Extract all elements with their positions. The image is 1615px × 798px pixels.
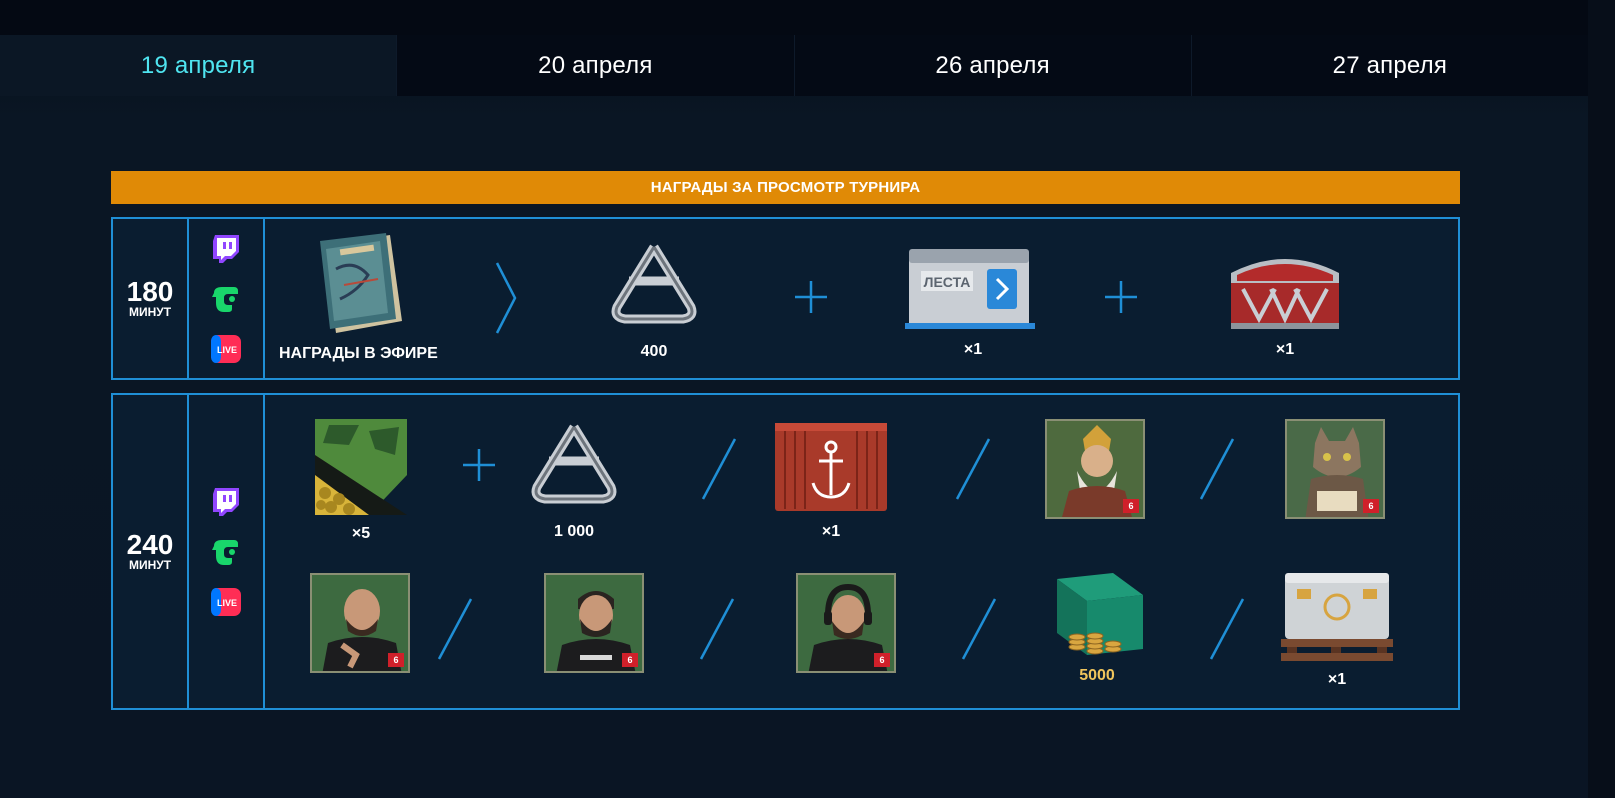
steel-chain-icon: [611, 244, 697, 324]
reward-camouflage: ×5: [309, 415, 413, 543]
level-badge: 6: [874, 653, 890, 667]
reward-anchor-container: ×1: [769, 417, 893, 541]
reward-commander-bald: 6: [310, 573, 410, 673]
reward-label: НАГРАДЫ В ЭФИРЕ: [279, 345, 438, 362]
trovo-icon: [212, 286, 238, 312]
tier-180-platforms: LIVE: [189, 219, 265, 378]
vk-live-icon: LIVE: [211, 587, 241, 616]
top-strip: [0, 0, 1615, 35]
level-badge: 6: [622, 653, 638, 667]
rewards-banner: НАГРАДЫ ЗА ПРОСМОТР ТУРНИРА: [111, 171, 1460, 204]
reward-label: 5000: [1079, 667, 1115, 684]
plus-separator: [463, 449, 495, 481]
commander-portrait-bald-icon: 6: [310, 573, 410, 673]
tab-april-26[interactable]: 26 апреля: [793, 35, 1191, 96]
level-badge: 6: [388, 653, 404, 667]
slash-separator: [699, 598, 735, 660]
reward-commander-cat: 6: [1285, 419, 1385, 519]
svg-text:LIVE: LIVE: [217, 598, 237, 608]
plus-separator: [795, 281, 827, 313]
reward-commander-headphones: 6: [796, 573, 896, 673]
tab-april-19[interactable]: 19 апреля: [0, 35, 397, 96]
tab-april-20[interactable]: 20 апреля: [396, 35, 794, 96]
lesta-container-icon: ЛЕСТА: [905, 249, 1035, 329]
reward-white-container: ×1: [1275, 565, 1399, 689]
red-chest-icon: [1231, 259, 1339, 329]
date-tabs: 19 апреля 20 апреля 26 апреля 27 апреля: [0, 35, 1588, 96]
reward-label: ×5: [351, 525, 371, 542]
slash-separator: [955, 438, 991, 500]
reward-label: ×1: [1275, 341, 1295, 358]
commander-portrait-knight-icon: 6: [1045, 419, 1145, 519]
minutes-label: МИНУТ: [128, 557, 172, 572]
reward-lesta-container: ЛЕСТА ×1: [901, 235, 1045, 359]
slash-separator: [961, 598, 997, 660]
camouflage-icon: [315, 419, 407, 515]
commander-portrait-cat-icon: 6: [1285, 419, 1385, 519]
trovo-icon: [212, 539, 238, 565]
minutes-value: 240: [126, 528, 174, 560]
reward-label: ×1: [821, 523, 841, 540]
slash-separator: [1199, 438, 1235, 500]
arrow-separator: [495, 262, 517, 334]
white-container-icon: [1281, 573, 1393, 661]
twitch-icon: [213, 487, 239, 516]
svg-text:LIVE: LIVE: [217, 345, 237, 355]
svg-text:ЛЕСТА: ЛЕСТА: [924, 274, 971, 290]
reward-commander-knight: 6: [1045, 419, 1145, 519]
reward-steel: 1 000: [519, 417, 629, 541]
reward-label: 1 000: [553, 523, 595, 540]
reward-commander-beard: 6: [544, 573, 644, 673]
reward-red-chest: ×1: [1223, 239, 1347, 359]
minutes-value: 180: [126, 275, 174, 307]
right-edge: [1588, 0, 1615, 798]
twitch-icon: [213, 234, 239, 263]
reward-label: ×1: [963, 341, 983, 358]
slash-separator: [1209, 598, 1245, 660]
reward-broadcast-rewards: НАГРАДЫ В ЭФИРЕ: [279, 229, 438, 363]
reward-steel: 400: [599, 237, 709, 361]
reward-label: ×1: [1327, 671, 1347, 688]
tier-180-minutes: 180 МИНУТ: [113, 219, 189, 378]
steel-chain-icon: [531, 424, 617, 504]
tab-april-27[interactable]: 27 апреля: [1190, 35, 1588, 96]
reward-label: 400: [640, 343, 668, 360]
tier-240-minutes: 240 МИНУТ: [113, 395, 189, 708]
anchor-container-icon: [775, 423, 887, 511]
level-badge: 6: [1363, 499, 1379, 513]
page: 19 апреля 20 апреля 26 апреля 27 апреля …: [0, 0, 1615, 798]
gold-coins-icon: [1057, 573, 1143, 655]
level-badge: 6: [1123, 499, 1139, 513]
reward-gold-coins: 5000: [1047, 571, 1147, 685]
plus-separator: [1105, 281, 1137, 313]
commander-portrait-headphones-icon: 6: [796, 573, 896, 673]
tier-240-panel: 240 МИНУТ LIVE ×5 1 000 ×1 6 6 6 6 6 500…: [111, 393, 1460, 710]
slash-separator: [437, 598, 473, 660]
tier-240-platforms: LIVE: [189, 395, 265, 708]
tier-180-panel: 180 МИНУТ LIVE НАГРАДЫ В ЭФИРЕ 400 ЛЕСТА…: [111, 217, 1460, 380]
broadcast-rewards-book-icon: [320, 233, 403, 333]
minutes-label: МИНУТ: [128, 304, 172, 319]
vk-live-icon: LIVE: [211, 334, 241, 363]
commander-portrait-beard-icon: 6: [544, 573, 644, 673]
slash-separator: [701, 438, 737, 500]
